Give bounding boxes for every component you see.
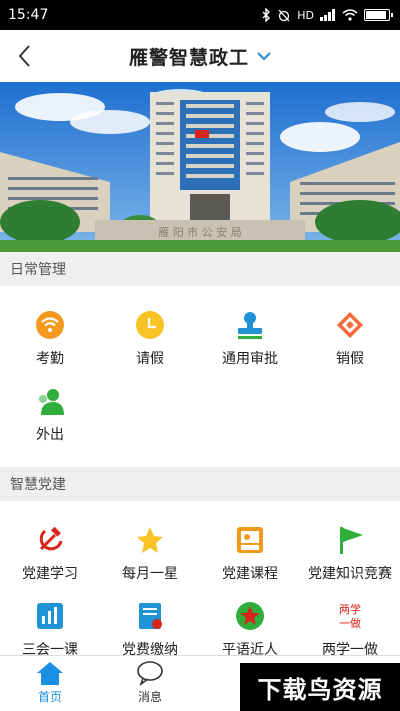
svg-text:两学: 两学 xyxy=(339,602,361,616)
chevron-down-icon[interactable] xyxy=(257,51,271,61)
tile-approval[interactable]: 通用审批 xyxy=(200,310,300,368)
calligraphy-icon: 两学 一做 xyxy=(339,602,361,630)
watermark: 下载鸟资源 xyxy=(240,663,400,711)
tab-label: 消息 xyxy=(137,690,162,704)
tile-leave[interactable]: 请假 xyxy=(100,310,200,368)
tile-monthly-star[interactable]: 每月一星 xyxy=(100,525,200,583)
tile-outing[interactable]: 外出 xyxy=(0,386,100,444)
section-party-title: 智慧党建 xyxy=(0,467,400,501)
tile-label: 党建课程 xyxy=(222,566,278,582)
tab-messages[interactable]: 消息 xyxy=(110,660,190,705)
alarm-off-icon xyxy=(278,9,290,22)
person-icon xyxy=(39,389,64,415)
document-icon xyxy=(139,603,162,629)
signal-icon xyxy=(320,9,335,21)
stamp-icon xyxy=(238,312,262,339)
tile-cancel-leave[interactable]: 销假 xyxy=(300,310,400,368)
clock-icon xyxy=(136,311,164,339)
lecture-icon xyxy=(237,527,263,553)
tile-two-studies[interactable]: 两学 一做 两学一做 xyxy=(300,601,400,659)
svg-text:一做: 一做 xyxy=(339,616,361,630)
tile-party-course[interactable]: 党建课程 xyxy=(200,525,300,583)
status-time: 15:47 xyxy=(8,7,49,23)
tab-label: 首页 xyxy=(37,690,62,704)
tile-attendance[interactable]: 考勤 xyxy=(0,310,100,368)
tile-pingyu[interactable]: 平语近人 xyxy=(200,601,300,659)
back-arrow-icon[interactable] xyxy=(14,42,38,70)
tab-home[interactable]: 首页 xyxy=(10,660,90,705)
star-icon xyxy=(137,527,163,553)
tile-party-fee[interactable]: 党费缴纳 xyxy=(100,601,200,659)
nav-bar: 雁警智慧政工 xyxy=(0,30,400,82)
eraser-icon xyxy=(337,312,363,338)
tile-label: 每月一星 xyxy=(122,566,178,582)
tile-label: 销假 xyxy=(336,351,364,367)
tile-label: 考勤 xyxy=(36,351,64,367)
network-type-label: HD xyxy=(297,8,314,22)
hammer-sickle-icon xyxy=(39,526,63,551)
tile-label: 党建知识竞赛 xyxy=(308,566,392,582)
banner-sign-text: 雁 阳 市 公 安 局 xyxy=(158,225,241,239)
tile-label: 党建学习 xyxy=(22,566,78,582)
tile-label: 外出 xyxy=(36,427,64,443)
tile-label: 通用审批 xyxy=(222,351,278,367)
bluetooth-icon xyxy=(262,8,271,22)
banner-image: 雁 阳 市 公 安 局 xyxy=(0,82,400,252)
wifi-icon xyxy=(36,311,64,339)
wifi-status-icon xyxy=(342,9,358,21)
star-badge-icon xyxy=(236,602,264,630)
tile-three-meetings[interactable]: 三会一课 xyxy=(0,601,100,659)
home-icon xyxy=(37,662,63,685)
chat-icon xyxy=(137,661,163,686)
chart-icon xyxy=(37,603,63,629)
section-daily-title: 日常管理 xyxy=(0,252,400,286)
flag-icon xyxy=(340,527,363,554)
status-bar: 15:47 HD xyxy=(0,0,400,30)
tile-party-study[interactable]: 党建学习 xyxy=(0,525,100,583)
tile-party-quiz[interactable]: 党建知识竞赛 xyxy=(300,525,400,583)
battery-icon xyxy=(364,9,393,21)
tile-label: 请假 xyxy=(136,351,164,367)
page-title[interactable]: 雁警智慧政工 xyxy=(129,43,249,70)
